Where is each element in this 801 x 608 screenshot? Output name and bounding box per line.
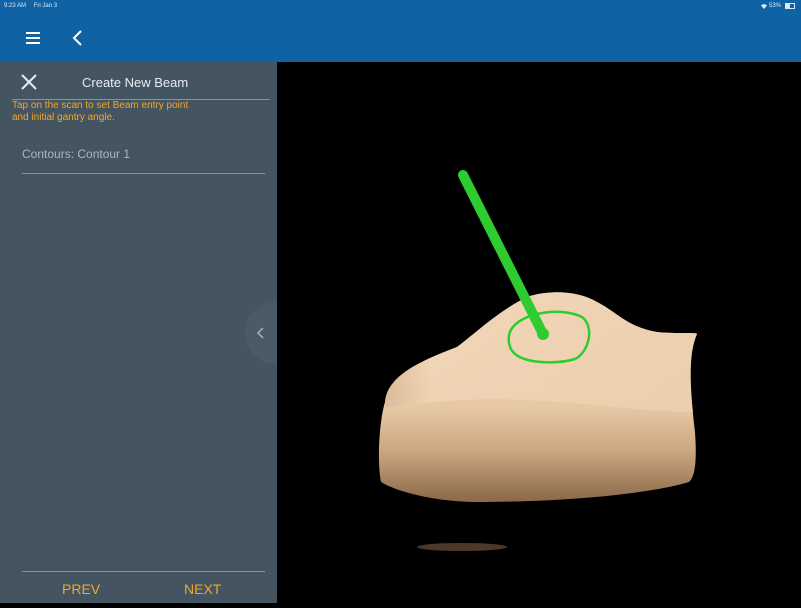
top-nav-bar — [0, 14, 801, 62]
menu-button[interactable] — [18, 24, 46, 52]
beam-line[interactable] — [458, 170, 548, 339]
beam-entry-point[interactable] — [537, 328, 549, 340]
instruction-line-2: and initial gantry angle. — [12, 112, 115, 123]
status-time: 9:23 AM — [4, 3, 27, 9]
instruction-line-1: Tap on the scan to set Beam entry point — [12, 100, 189, 111]
footer-divider — [22, 571, 265, 572]
close-button[interactable] — [20, 73, 38, 91]
create-beam-panel: Create New Beam Tap on the scan to set B… — [0, 62, 277, 603]
status-bar: 9:23 AM Fri Jan 3 53% — [0, 0, 801, 14]
collapse-panel-button[interactable] — [245, 302, 277, 364]
battery-icon — [785, 3, 795, 9]
hamburger-menu-icon — [26, 32, 40, 44]
next-button[interactable]: NEXT — [184, 581, 221, 597]
scan-render[interactable] — [277, 62, 801, 603]
scan-shadow — [417, 543, 507, 551]
panel-title: Create New Beam — [82, 75, 189, 90]
status-bar-left: 9:23 AM Fri Jan 3 — [4, 3, 63, 9]
battery-percent: 53% — [768, 3, 781, 9]
contours-selector[interactable]: Contours: Contour 1 — [22, 147, 130, 161]
close-icon — [21, 74, 37, 90]
scan-surface-highlight — [385, 292, 697, 412]
status-bar-right: 53% — [760, 3, 795, 9]
panel-header: Create New Beam — [0, 62, 277, 100]
status-date: Fri Jan 3 — [33, 3, 58, 9]
prev-button[interactable]: PREV — [62, 581, 100, 597]
chevron-left-icon — [256, 327, 264, 339]
instruction-text: Tap on the scan to set Beam entry point … — [12, 100, 267, 124]
wifi-icon — [760, 3, 767, 9]
chevron-left-icon — [72, 30, 82, 46]
scan-viewport[interactable] — [277, 62, 801, 603]
back-button[interactable] — [64, 24, 92, 52]
contours-divider — [22, 173, 265, 174]
